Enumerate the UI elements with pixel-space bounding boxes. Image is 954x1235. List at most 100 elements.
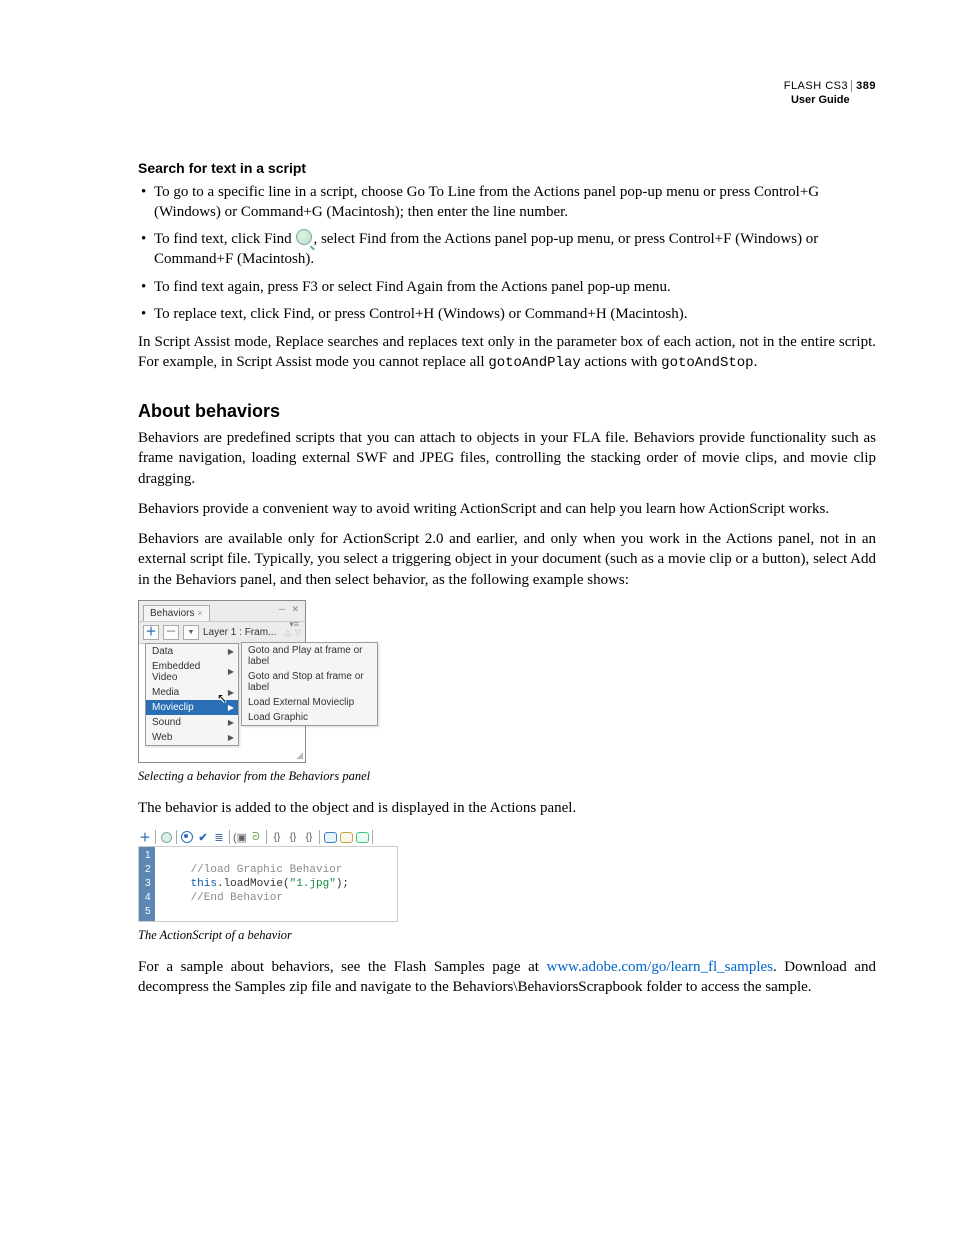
body-text: . xyxy=(754,354,758,370)
list-item: To go to a specific line in a script, ch… xyxy=(154,182,876,223)
panel-window-controls[interactable]: ─ ✕ xyxy=(279,604,301,615)
menu-item-label: Web xyxy=(152,732,172,743)
bullet-text: To find text, click Find xyxy=(154,231,295,247)
paragraph: Behaviors provide a convenient way to av… xyxy=(138,499,876,519)
heading-about-behaviors: About behaviors xyxy=(138,401,876,422)
submenu-item[interactable]: Load Graphic xyxy=(242,710,377,725)
separator xyxy=(266,830,267,844)
behaviors-panel-figure: ─ ✕ Behaviors× ▾≡ ＋ － ▼ Layer 1 : Fram..… xyxy=(138,600,380,763)
menu-item-label: Media xyxy=(152,687,179,698)
page-header: FLASH CS3389 User Guide000 xyxy=(138,80,876,108)
page-content: FLASH CS3389 User Guide000 Search for te… xyxy=(0,0,954,1068)
paragraph: For a sample about behaviors, see the Fl… xyxy=(138,957,876,998)
code-editor[interactable]: 12345 //load Graphic Behavior this.loadM… xyxy=(138,846,398,922)
submenu-item[interactable]: Load External Movieclip xyxy=(242,695,377,710)
submenu-arrow-icon: ▶ xyxy=(228,647,234,656)
submenu-arrow-icon: ▶ xyxy=(228,688,234,697)
add-behavior-button[interactable]: ＋ xyxy=(143,625,159,640)
remove-behavior-button[interactable]: － xyxy=(163,625,179,640)
separator xyxy=(372,830,373,844)
line-number-gutter: 12345 xyxy=(139,847,155,921)
figure-caption: Selecting a behavior from the Behaviors … xyxy=(138,769,876,784)
code-inline: gotoAndStop xyxy=(661,355,753,371)
line-number: 5 xyxy=(145,905,151,919)
menu-item-label: Sound xyxy=(152,717,181,728)
debug-options-icon[interactable]: ᘐ xyxy=(249,830,263,844)
submenu-arrow-icon: ▶ xyxy=(228,703,234,712)
find-icon xyxy=(296,229,312,245)
line-number: 4 xyxy=(145,891,151,905)
submenu-arrow-icon: ▶ xyxy=(228,733,234,742)
code-keyword: this xyxy=(191,878,217,890)
bullet-list: To go to a specific line in a script, ch… xyxy=(138,182,876,325)
paragraph: Behaviors are available only for ActionS… xyxy=(138,529,876,590)
menu-item[interactable]: Sound ▶ xyxy=(146,715,238,730)
menu-item-label: Data xyxy=(152,646,173,657)
separator xyxy=(155,830,156,844)
editor-toolbar: ＋ ✔ ≣ (▣ ᘐ {} {} {} xyxy=(138,828,398,846)
remove-comment-icon[interactable] xyxy=(355,830,369,844)
paragraph: Behaviors are predefined scripts that yo… xyxy=(138,428,876,489)
add-script-icon[interactable]: ＋ xyxy=(138,830,152,844)
line-number: 3 xyxy=(145,877,151,891)
toolbar-context-label: Layer 1 : Fram... xyxy=(203,627,281,638)
check-syntax-icon[interactable]: ✔ xyxy=(196,830,210,844)
code-comment: //End Behavior xyxy=(191,892,283,904)
bullet-text: To replace text, click Find, or press Co… xyxy=(154,306,688,322)
separator xyxy=(229,830,230,844)
separator xyxy=(319,830,320,844)
guide-label: User Guide xyxy=(791,94,850,106)
code-text: ); xyxy=(336,878,349,890)
apply-line-comment-icon[interactable] xyxy=(339,830,353,844)
panel-menu-icon[interactable]: ▾≡ xyxy=(289,619,299,630)
tab-close-icon[interactable]: × xyxy=(197,608,202,618)
subheading-search: Search for text in a script xyxy=(138,160,876,176)
samples-link[interactable]: www.adobe.com/go/learn_fl_samples xyxy=(547,959,773,975)
menu-item-label: Movieclip xyxy=(152,702,194,713)
show-code-hint-icon[interactable]: (▣ xyxy=(233,830,247,844)
code-text: .loadMovie( xyxy=(217,878,290,890)
collapse-between-braces-icon[interactable]: {} xyxy=(270,830,284,844)
panel-tab-behaviors[interactable]: Behaviors× xyxy=(143,605,210,621)
paragraph: In Script Assist mode, Replace searches … xyxy=(138,332,876,373)
list-item: To find text again, press F3 or select F… xyxy=(154,277,876,297)
figure-caption: The ActionScript of a behavior xyxy=(138,928,876,943)
collapse-selection-icon[interactable]: {} xyxy=(286,830,300,844)
submenu-item[interactable]: Goto and Play at frame or label xyxy=(242,643,377,669)
line-number: 2 xyxy=(145,863,151,877)
menu-item-label: Embedded Video xyxy=(152,661,228,683)
bullet-text: To go to a specific line in a script, ch… xyxy=(154,184,819,220)
bullet-text: To find text again, press F3 or select F… xyxy=(154,279,671,295)
auto-format-icon[interactable]: ≣ xyxy=(212,830,226,844)
apply-block-comment-icon[interactable] xyxy=(323,830,337,844)
product-name: FLASH CS3 xyxy=(784,80,848,92)
code-comment: //load Graphic Behavior xyxy=(191,864,343,876)
list-item: To find text, click Find , select Find f… xyxy=(154,229,876,270)
expand-all-icon[interactable]: {} xyxy=(302,830,316,844)
dropdown-button[interactable]: ▼ xyxy=(183,625,199,640)
tab-label: Behaviors xyxy=(150,608,194,619)
submenu-arrow-icon: ▶ xyxy=(228,667,234,676)
menu-item[interactable]: Web ▶ xyxy=(146,730,238,745)
resize-grip-icon[interactable]: ◢ xyxy=(296,750,303,761)
panel-toolbar: ＋ － ▼ Layer 1 : Fram... △ ▽ xyxy=(139,621,305,643)
separator xyxy=(176,830,177,844)
menu-item[interactable]: Embedded Video▶ xyxy=(146,659,238,685)
body-text: For a sample about behaviors, see the Fl… xyxy=(138,959,547,975)
code-string: "1.jpg" xyxy=(290,878,336,890)
line-number: 1 xyxy=(145,849,151,863)
paragraph: The behavior is added to the object and … xyxy=(138,798,876,818)
actionscript-editor-figure: ＋ ✔ ≣ (▣ ᘐ {} {} {} 12345 //load Graphic xyxy=(138,828,398,922)
code-inline: gotoAndPlay xyxy=(488,355,580,371)
find-icon[interactable] xyxy=(159,830,173,844)
submenu-item[interactable]: Goto and Stop at frame or label xyxy=(242,669,377,695)
menu-item[interactable]: Data ▶ xyxy=(146,644,238,659)
cursor-icon: ↖ xyxy=(217,691,227,705)
page-number: 389 xyxy=(851,80,876,92)
target-path-icon[interactable] xyxy=(180,830,194,844)
body-text: actions with xyxy=(581,354,661,370)
submenu-arrow-icon: ▶ xyxy=(228,718,234,727)
list-item: To replace text, click Find, or press Co… xyxy=(154,304,876,324)
behavior-submenu[interactable]: Goto and Play at frame or labelGoto and … xyxy=(241,642,378,726)
code-area[interactable]: //load Graphic Behavior this.loadMovie("… xyxy=(155,847,353,921)
